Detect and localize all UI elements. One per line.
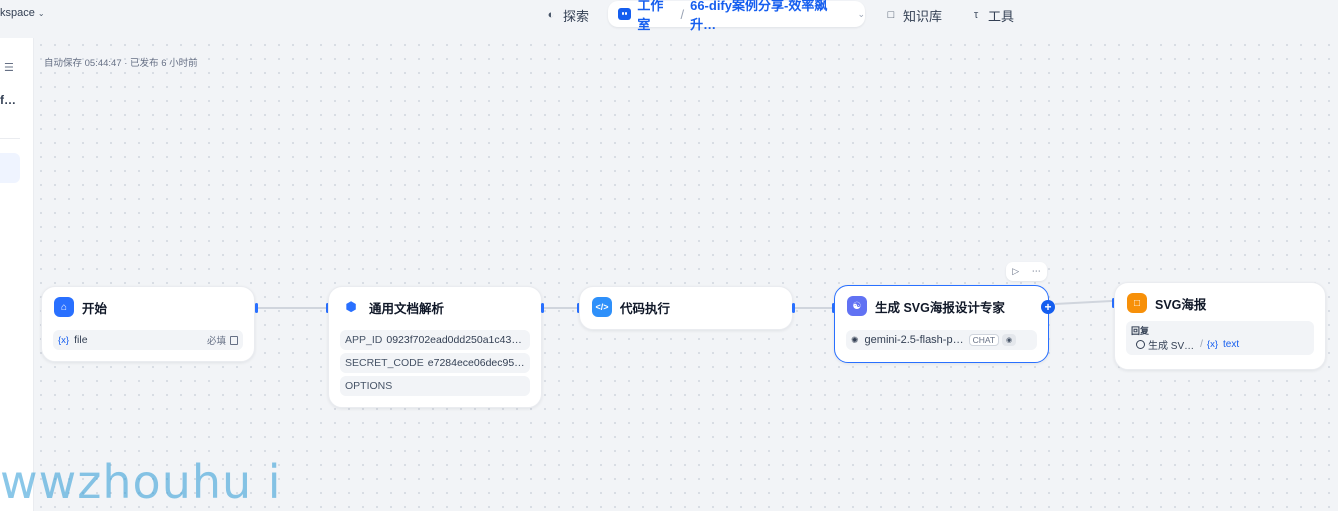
play-icon[interactable]: ▷ bbox=[1012, 266, 1019, 277]
param-row: OPTIONS bbox=[340, 376, 530, 396]
model-selector[interactable]: ✺ gemini-2.5-flash-p… CHAT ◉ bbox=[846, 330, 1037, 350]
reply-label: 回复 bbox=[1131, 326, 1150, 336]
param-value: 0923f702ead0dd250a1c43… bbox=[386, 334, 522, 346]
node-header: ☯ 生成 SVG海报设计专家 bbox=[847, 296, 1005, 316]
node-title: 生成 SVG海报设计专家 bbox=[875, 300, 1005, 315]
file-icon bbox=[230, 335, 238, 345]
input-variable-row[interactable]: {x} file 必填 bbox=[53, 330, 243, 350]
left-sidebar: ☰ f… bbox=[0, 38, 34, 511]
node-start[interactable]: ⌂ 开始 {x} file 必填 bbox=[41, 286, 255, 362]
divider bbox=[0, 138, 20, 139]
compass-icon: ◐ bbox=[547, 9, 555, 21]
node-header: □ SVG海报 bbox=[1127, 293, 1206, 313]
node-docparse-output-handle[interactable] bbox=[541, 303, 544, 313]
sidebar-app-title: f… bbox=[0, 93, 16, 107]
code-icon: </> bbox=[592, 297, 612, 317]
sliders-icon[interactable]: ☰ bbox=[4, 61, 14, 74]
nav-studio[interactable]: 工作室 / 66-dify案例分享-效率飙升… ⌄ bbox=[608, 0, 865, 32]
nav-explore[interactable]: ◐ 探索 bbox=[545, 5, 589, 25]
param-value: e7284ece06dec95… bbox=[427, 357, 525, 369]
reply-content: 回复 生成 SV… / {x} text bbox=[1126, 321, 1314, 355]
workflow-canvas[interactable] bbox=[34, 38, 1338, 511]
node-answer[interactable]: □ SVG海报 回复 生成 SV… / {x} text bbox=[1114, 282, 1326, 370]
watermark-text: wwzhouhu i bbox=[0, 455, 282, 509]
nav-knowledge[interactable]: □ 知识库 bbox=[885, 5, 942, 25]
node-mini-toolbar: ▷ ⋯ bbox=[1006, 262, 1047, 281]
separator: / bbox=[1200, 339, 1203, 350]
node-start-output-handle[interactable] bbox=[255, 303, 258, 313]
param-key: OPTIONS bbox=[345, 380, 393, 392]
more-icon[interactable]: ⋯ bbox=[1032, 266, 1041, 277]
param-key: SECRET_CODE bbox=[345, 357, 424, 369]
robot-icon bbox=[618, 8, 632, 20]
eye-icon: ◉ bbox=[1002, 334, 1017, 346]
workspace-switcher[interactable]: kspace ⌄ bbox=[0, 7, 45, 19]
tool-icon: ⬢ bbox=[341, 297, 361, 317]
mode-badge: CHAT bbox=[968, 334, 1000, 346]
message-icon: □ bbox=[1127, 293, 1147, 313]
node-code[interactable]: </> 代码执行 bbox=[579, 286, 793, 330]
variable-name: file bbox=[74, 334, 88, 346]
node-llm[interactable]: ☯ 生成 SVG海报设计专家 ✺ gemini-2.5-flash-p… CHA… bbox=[834, 285, 1049, 363]
brain-icon: ☯ bbox=[847, 296, 867, 316]
nav-tools-label: 工具 bbox=[988, 8, 1015, 24]
edge-start-docparse bbox=[257, 307, 328, 309]
node-code-output-handle[interactable] bbox=[792, 303, 795, 313]
reply-variable-ref: 生成 SV… / {x} text bbox=[1136, 337, 1239, 352]
workspace-name: kspace bbox=[0, 7, 35, 19]
hammer-icon: τ bbox=[973, 9, 979, 21]
top-bar: kspace ⌄ ◐ 探索 工作室 / 66-dify案例分享-效率飙升… ⌄ … bbox=[0, 0, 1338, 32]
chevron-down-icon[interactable]: ⌄ bbox=[857, 9, 865, 20]
node-header: </> 代码执行 bbox=[592, 297, 670, 317]
nav-explore-label: 探索 bbox=[563, 8, 590, 24]
edge-docparse-code bbox=[542, 307, 579, 309]
autosave-status: 自动保存 05:44:47 · 已发布 6 小时前 bbox=[44, 58, 198, 69]
nav-tools[interactable]: τ 工具 bbox=[970, 5, 1014, 25]
node-title: SVG海报 bbox=[1155, 297, 1207, 312]
nav-knowledge-label: 知识库 bbox=[903, 8, 943, 24]
param-row: SECRET_CODE e7284ece06dec95… bbox=[340, 353, 530, 373]
book-icon: □ bbox=[887, 9, 895, 21]
reply-source: 生成 SV… bbox=[1148, 341, 1195, 352]
brain-icon bbox=[1136, 340, 1145, 349]
chevron-down-icon: ⌄ bbox=[37, 8, 45, 18]
home-icon: ⌂ bbox=[54, 297, 74, 317]
variable-icon: {x} bbox=[1206, 339, 1219, 350]
variable-icon: {x} bbox=[58, 334, 70, 346]
model-name: gemini-2.5-flash-p… bbox=[864, 334, 964, 346]
breadcrumb-separator: / bbox=[680, 6, 685, 22]
node-title: 通用文档解析 bbox=[369, 301, 445, 316]
param-key: APP_ID bbox=[345, 334, 383, 346]
edge-code-llm bbox=[794, 307, 834, 309]
nav-studio-label: 工作室 bbox=[637, 0, 664, 32]
node-title: 开始 bbox=[82, 301, 108, 316]
required-label: 必填 bbox=[206, 336, 226, 347]
node-doc-parse[interactable]: ⬢ 通用文档解析 APP_ID 0923f702ead0dd250a1c43… … bbox=[328, 286, 542, 408]
required-flag: 必填 bbox=[207, 333, 238, 347]
node-header: ⌂ 开始 bbox=[54, 297, 107, 317]
model-icon: ✺ bbox=[851, 334, 859, 345]
sidebar-item-orchestrate[interactable] bbox=[0, 153, 20, 183]
param-row: APP_ID 0923f702ead0dd250a1c43… bbox=[340, 330, 530, 350]
app-name[interactable]: 66-dify案例分享-效率飙升… bbox=[690, 0, 845, 33]
node-header: ⬢ 通用文档解析 bbox=[341, 297, 444, 317]
node-title: 代码执行 bbox=[620, 301, 671, 316]
add-node-plus-icon[interactable]: + bbox=[1041, 300, 1055, 314]
reply-variable: text bbox=[1223, 339, 1240, 350]
